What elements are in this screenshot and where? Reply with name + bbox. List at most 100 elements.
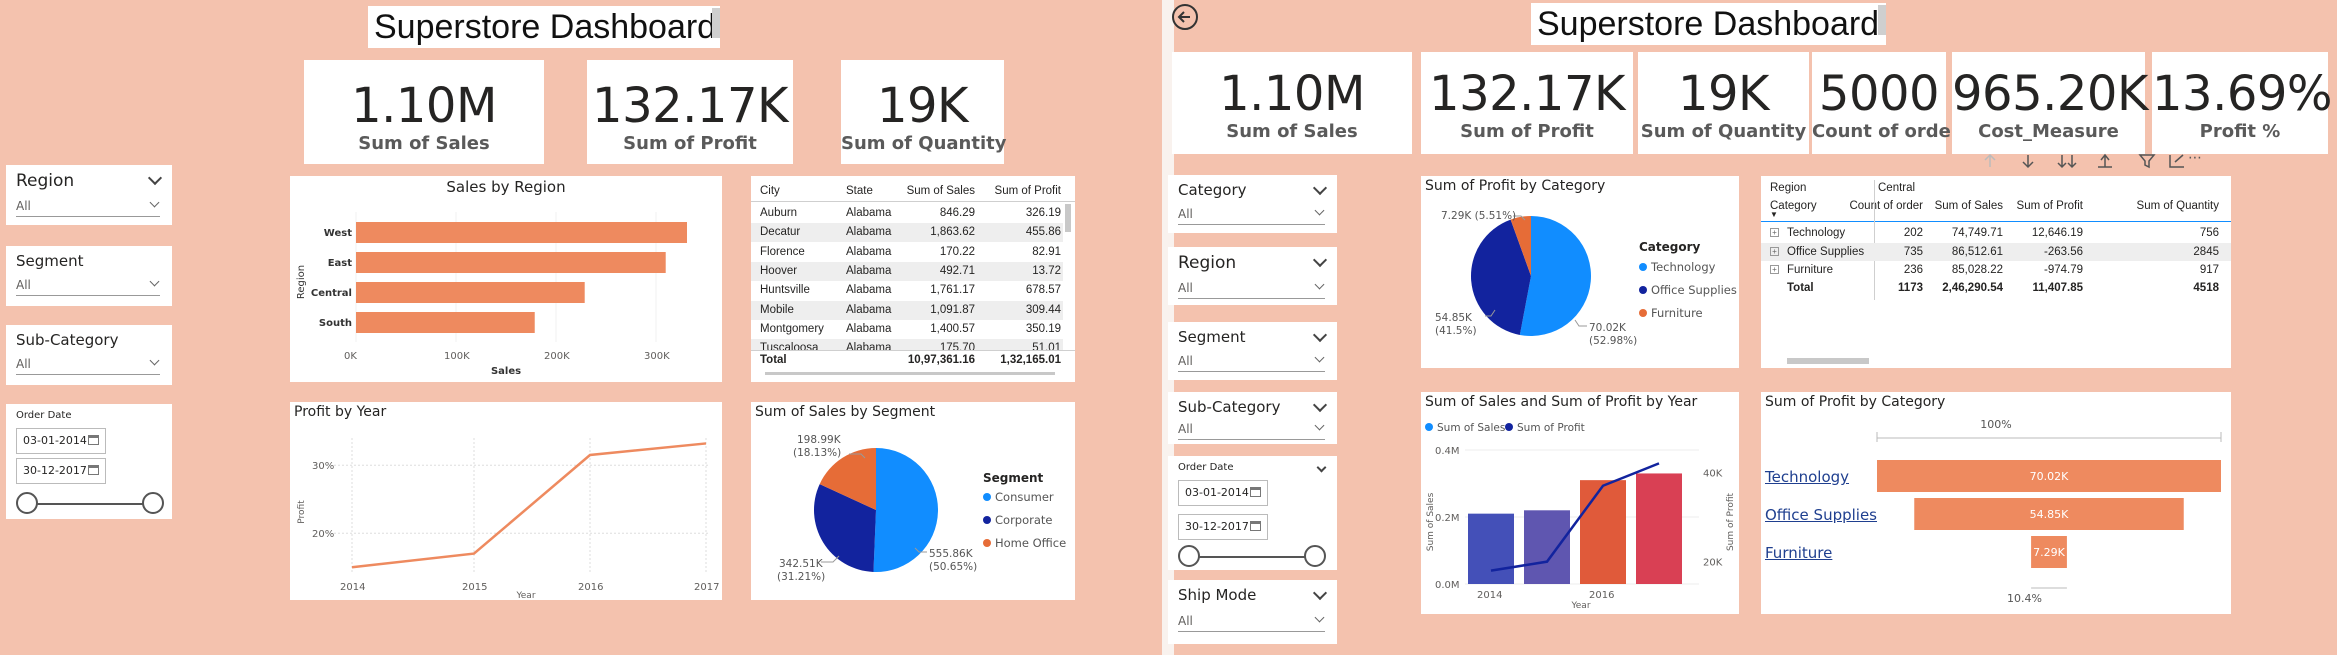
column-header[interactable]: Count of order [1849, 200, 1923, 212]
focus-mode-icon[interactable] [2169, 154, 2184, 168]
kpi-label: Sum of Quantity [841, 133, 1007, 154]
table-row[interactable]: Florence Alabama 170.22 82.91 [751, 243, 1063, 262]
legend-item[interactable]: Consumer [983, 490, 1054, 504]
profit-by-year-visual[interactable]: Profit by Year 30% 20% 2014 2015 2016 2017 Yea… [290, 402, 722, 600]
tick-label: 20% [312, 529, 334, 540]
order-date-slicer[interactable]: Order Date 03-01-2014 30-12-2017 [6, 404, 172, 519]
region-slicer[interactable]: Region All [6, 165, 172, 225]
end-date-input[interactable]: 30-12-2017 [16, 458, 106, 484]
calendar-icon[interactable] [1250, 487, 1261, 497]
expand-icon[interactable]: + [1770, 246, 1779, 256]
legend-item[interactable]: Office Supplies [1639, 283, 1737, 297]
kpi-card-order-count: 5000 Count of order [1812, 52, 1960, 154]
tick-label: 100K [444, 351, 470, 362]
drill-up-icon[interactable] [1984, 153, 1996, 167]
sales-by-region-visual[interactable]: Sales by Region 0K 100K 200K 300K West East Ce… [290, 176, 722, 382]
profit-by-category-pie-visual[interactable]: Sum of Profit by Category 7.29K (5.51%) … [1421, 176, 1739, 368]
next-level-icon[interactable] [2057, 155, 2077, 169]
axis-title: Year [1570, 601, 1590, 611]
legend-item[interactable]: Technology [1639, 260, 1715, 274]
table-row[interactable]: Hoover Alabama 492.71 13.72 [751, 261, 1063, 281]
column-header[interactable]: Sum of Profit [2017, 200, 2083, 212]
back-arrow-icon[interactable] [1172, 4, 1198, 30]
segment-slicer[interactable]: Segment All [6, 246, 172, 306]
expand-icon[interactable]: + [1770, 265, 1779, 274]
category-link[interactable]: Office Supplies [1765, 506, 1877, 524]
column-header[interactable]: State [846, 182, 873, 201]
ship-mode-dropdown[interactable]: All [1178, 610, 1325, 632]
category-matrix[interactable]: Region Central Category ▼ Count of order… [1761, 176, 2231, 368]
date-range-start-handle[interactable] [1178, 545, 1200, 567]
horizontal-scrollbar[interactable] [1787, 358, 1869, 364]
sales-by-region-chart: 0K 100K 200K 300K West East Central South Sales R… [296, 212, 687, 377]
subcategory-slicer[interactable]: Sub-Category All [1168, 392, 1337, 444]
table-row[interactable]: Montgomery Alabama 1,400.57 350.19 [751, 320, 1063, 339]
expand-hierarchy-icon[interactable] [2098, 153, 2112, 168]
category-link[interactable]: Furniture [1765, 544, 1832, 562]
expand-icon[interactable]: + [1770, 228, 1779, 237]
vertical-scrollbar[interactable] [1065, 204, 1071, 232]
date-range-start-handle[interactable] [16, 492, 38, 514]
tick-label: 2014 [340, 582, 365, 593]
dropdown-value: All [16, 199, 31, 213]
calendar-icon[interactable] [88, 435, 99, 445]
ship-mode-slicer[interactable]: Ship Mode All [1168, 580, 1337, 644]
table-cell: Florence [760, 245, 805, 258]
table-row[interactable]: Mobile Alabama 1,091.87 309.44 [751, 300, 1063, 320]
horizontal-scrollbar[interactable] [765, 372, 1055, 375]
legend-item[interactable]: Sum of Sales [1425, 422, 1505, 434]
segment-slicer[interactable]: Segment All [1168, 322, 1337, 380]
segment-dropdown[interactable]: All [1178, 350, 1325, 372]
column-header[interactable]: Sum of Sales [907, 182, 975, 201]
subcategory-dropdown[interactable]: All [16, 353, 160, 375]
category-dropdown[interactable]: All [1178, 203, 1325, 225]
date-range-end-handle[interactable] [142, 492, 164, 514]
column-header[interactable]: City [760, 182, 780, 201]
sales-by-segment-visual[interactable]: Sum of Sales by Segment 198.99K (18.13%)… [751, 402, 1075, 600]
drill-down-icon[interactable] [2022, 155, 2034, 169]
bar [1524, 510, 1570, 584]
subcategory-slicer[interactable]: Sub-Category All [6, 325, 172, 385]
date-range-end-handle[interactable] [1304, 545, 1326, 567]
chevron-down-icon [149, 197, 160, 208]
legend-label: Consumer [995, 490, 1054, 504]
category-slicer[interactable]: Category All [1168, 175, 1337, 233]
calendar-icon[interactable] [1250, 521, 1261, 531]
end-date-input[interactable]: 30-12-2017 [1178, 514, 1268, 540]
start-date-input[interactable]: 03-01-2014 [16, 428, 106, 454]
column-header[interactable]: Sum of Sales [1935, 200, 2003, 212]
order-date-slicer[interactable]: Order Date 03-01-2014 30-12-2017 [1168, 456, 1337, 570]
legend-item[interactable]: Home Office [983, 536, 1066, 550]
region-slicer[interactable]: Region All [1168, 247, 1337, 305]
table-row[interactable]: Huntsville Alabama 1,761.17 678.57 [751, 281, 1063, 300]
legend-label: Home Office [995, 536, 1067, 550]
kpi-card-quantity: 19K Sum of Quantity [1638, 52, 1809, 154]
table-row[interactable]: + Technology 202 74,749.71 12,646.19 756 [1761, 224, 2231, 242]
legend-item[interactable]: Sum of Profit [1505, 422, 1585, 434]
calendar-icon[interactable] [88, 465, 99, 475]
end-date-value: 30-12-2017 [23, 464, 87, 477]
more-options-icon[interactable]: ⋯ [2188, 150, 2202, 166]
start-date-input[interactable]: 03-01-2014 [1178, 480, 1268, 506]
table-row[interactable]: + Furniture 236 85,028.22 -974.79 917 [1761, 261, 2231, 279]
legend-label: Corporate [995, 513, 1053, 527]
table-row[interactable]: + Office Supplies 735 86,512.61 -263.56 2845 [1761, 242, 2231, 261]
region-dropdown[interactable]: All [16, 195, 160, 217]
table-row[interactable]: Decatur Alabama 1,863.62 455.86 [751, 223, 1063, 243]
column-header[interactable]: Sum of Quantity [2137, 200, 2219, 212]
city-table[interactable]: City State Sum of Sales Sum of Profit Au… [751, 176, 1075, 382]
sales-profit-by-year-visual[interactable]: Sum of Sales and Sum of Profit by Year 0… [1421, 392, 1739, 614]
region-dropdown[interactable]: All [1178, 277, 1325, 299]
profit-by-category-funnel-visual[interactable]: Sum of Profit by Category 70.02K 54.85K 7.… [1761, 392, 2231, 614]
kpi-label: Count of order [1812, 121, 1960, 142]
filter-icon[interactable] [2138, 154, 2156, 169]
legend-item[interactable]: Corporate [983, 513, 1053, 527]
subcategory-dropdown[interactable]: All [1178, 418, 1325, 440]
matrix-cell: Furniture [1787, 264, 1834, 276]
column-header[interactable]: Sum of Profit [995, 182, 1061, 201]
kpi-value: 1.10M [1219, 66, 1365, 122]
category-link[interactable]: Technology [1765, 468, 1849, 486]
table-row[interactable]: Auburn Alabama 846.29 326.19 [751, 204, 1063, 223]
legend-item[interactable]: Furniture [1639, 306, 1703, 320]
segment-dropdown[interactable]: All [16, 274, 160, 296]
